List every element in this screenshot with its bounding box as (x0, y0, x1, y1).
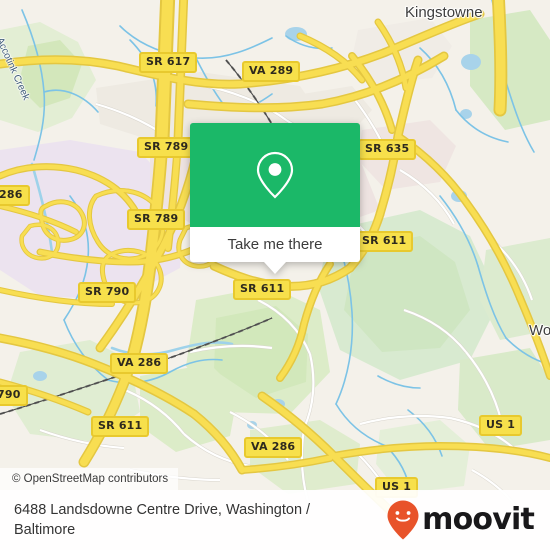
road-shield: SR 790 (78, 282, 137, 303)
road-shield: 286 (0, 185, 30, 206)
road-shield: VA 289 (242, 61, 301, 82)
popup-pointer-tail (264, 262, 286, 274)
place-label-kingstowne: Kingstowne (405, 4, 483, 21)
footer-bar: 6488 Landsdowne Centre Drive, Washington… (0, 490, 550, 550)
popup-marker-panel (190, 123, 360, 227)
road-shield: SR 611 (355, 231, 414, 252)
road-shield: VA 286 (244, 437, 303, 458)
take-me-there-button[interactable]: Take me there (190, 227, 360, 262)
road-shield: SR 617 (139, 52, 198, 73)
take-me-there-label: Take me there (227, 236, 323, 253)
moovit-smiley-pin-icon (387, 500, 419, 540)
moovit-wordmark: moovit (422, 502, 535, 537)
place-label-woodlawn: Wo (529, 322, 550, 339)
osm-attribution[interactable]: © OpenStreetMap contributors (0, 468, 179, 490)
map-screenshot: SR 617 VA 289 SR 789 SR 635 286 SR 789 S… (0, 0, 550, 550)
road-shield: SR 611 (91, 416, 150, 437)
location-pin-icon (256, 151, 294, 199)
road-shield: SR 789 (127, 209, 186, 230)
road-shield: US 1 (479, 415, 523, 436)
osm-attribution-text: © OpenStreetMap contributors (12, 473, 169, 485)
road-shield: 790 (0, 385, 28, 406)
location-popup-card[interactable]: Take me there (190, 123, 360, 274)
road-shield: SR 789 (137, 137, 196, 158)
road-shield: SR 611 (233, 279, 292, 300)
moovit-logo[interactable]: moovit (386, 499, 535, 541)
road-shield: SR 635 (358, 139, 417, 160)
road-shield: VA 286 (110, 353, 169, 374)
address-label: 6488 Landsdowne Centre Drive, Washington… (14, 502, 311, 538)
